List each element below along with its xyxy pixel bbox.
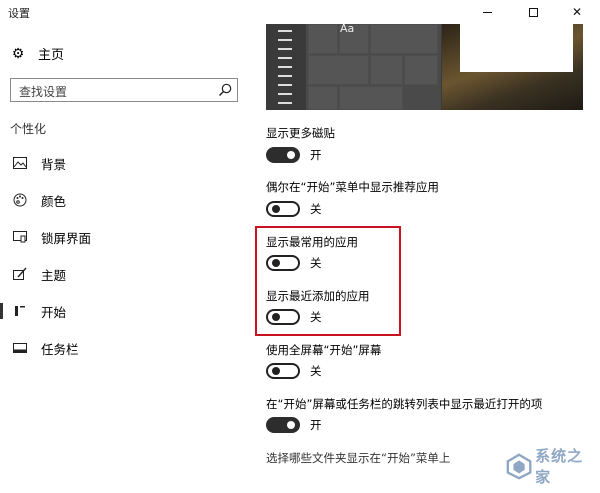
search-icon[interactable] (217, 82, 233, 98)
gear-icon: ⚙ (11, 45, 25, 62)
watermark: 系统之家 (505, 444, 595, 488)
window-title: 设置 (8, 7, 30, 20)
image-icon (12, 155, 28, 171)
sidebar-item-label: 颜色 (41, 193, 67, 209)
toggle-row: 开 (266, 147, 322, 163)
sidebar-item-background[interactable]: 背景 (0, 148, 249, 178)
show-more-tiles-toggle[interactable] (266, 147, 300, 163)
preview-tiles (306, 24, 441, 110)
setting-label: 使用全屏幕“开始”屏幕 (266, 343, 382, 357)
sidebar-item-label: 开始 (41, 304, 67, 320)
preview-app-list (278, 30, 292, 110)
choose-folders-link[interactable]: 选择哪些文件夹显示在“开始”菜单上 (266, 450, 450, 466)
toggle-state: 关 (310, 202, 322, 216)
minimize-button[interactable] (464, 0, 510, 24)
search-placeholder: 查找设置 (19, 85, 68, 99)
home-label: 主页 (38, 48, 65, 63)
toggle-state: 开 (310, 418, 322, 432)
watermark-logo-icon (506, 453, 532, 480)
close-button[interactable]: ✕ (554, 0, 600, 24)
home-link[interactable]: ⚙ 主页 (10, 44, 65, 64)
sidebar-item-start[interactable]: 开始 (0, 296, 249, 326)
watermark-text: 系统之家 (535, 447, 584, 486)
toggle-row: 开 (266, 417, 322, 433)
minimize-icon (482, 11, 492, 13)
preview-tile-text: Aa (340, 24, 355, 35)
setting-label: 显示更多磁贴 (266, 126, 335, 140)
theme-icon (12, 266, 28, 282)
title-bar: 设置 ✕ (0, 0, 600, 24)
sidebar-item-lockscreen[interactable]: 锁屏界面 (0, 222, 249, 252)
setting-label: 偶尔在“开始”菜单中显示推荐应用 (266, 180, 439, 194)
section-title: 个性化 (10, 122, 47, 136)
suggestions-toggle[interactable] (266, 201, 300, 217)
toggle-row: 关 (266, 363, 322, 379)
highlight-box (255, 226, 401, 336)
full-screen-start-toggle[interactable] (266, 363, 300, 379)
maximize-icon (528, 7, 538, 17)
toggle-row: 关 (266, 201, 322, 217)
sidebar-item-colors[interactable]: 颜色 (0, 185, 249, 215)
preview-window (460, 24, 573, 72)
start-preview: Aa (266, 24, 583, 110)
toggle-state: 开 (310, 148, 322, 162)
palette-icon (12, 192, 28, 208)
close-icon: ✕ (571, 5, 583, 19)
sidebar-item-label: 任务栏 (41, 341, 79, 357)
sidebar-item-label: 背景 (41, 156, 67, 172)
sidebar-item-label: 主题 (41, 267, 67, 283)
recent-items-jumplist-toggle[interactable] (266, 417, 300, 433)
taskbar-icon (12, 340, 28, 356)
sidebar-item-themes[interactable]: 主题 (0, 259, 249, 289)
sidebar: ⚙ 主页 查找设置 个性化 背景 颜色 锁屏界面 主题 开始 任务栏 (0, 24, 249, 493)
lockscreen-icon (12, 229, 28, 245)
maximize-button[interactable] (510, 0, 556, 24)
setting-label: 在“开始”屏幕或任务栏的跳转列表中显示最近打开的项 (266, 397, 543, 411)
toggle-state: 关 (310, 364, 322, 378)
search-input[interactable]: 查找设置 (10, 78, 238, 102)
sidebar-item-taskbar[interactable]: 任务栏 (0, 333, 249, 363)
sidebar-item-label: 锁屏界面 (41, 230, 92, 246)
start-icon (12, 303, 28, 319)
